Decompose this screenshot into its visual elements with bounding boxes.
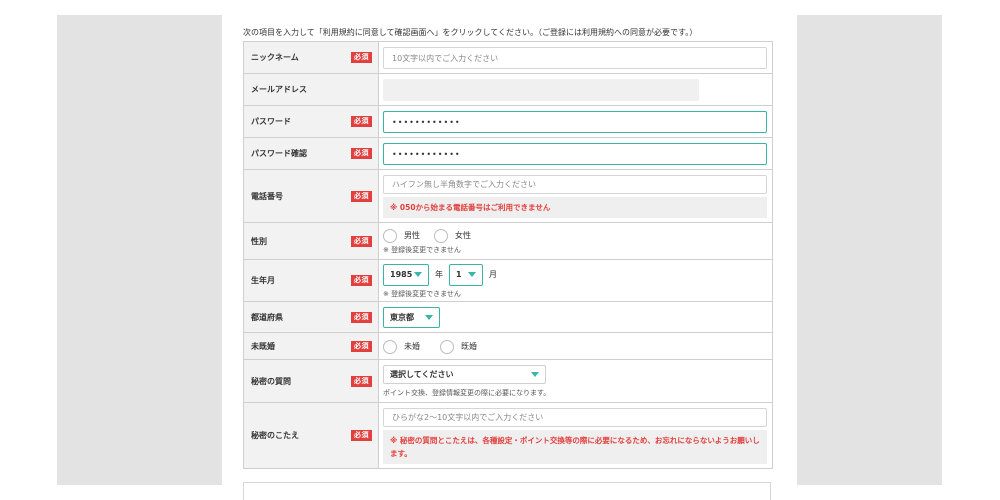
required-badge: 必須 [351, 52, 372, 63]
phone-input[interactable]: ハイフン無し半角数字でご入力ください [383, 175, 767, 194]
field-cell: 1985 年 1 月 ※ 登録後変更できません [379, 260, 772, 301]
required-badge: 必須 [351, 190, 372, 202]
password-label: パスワード [251, 117, 291, 126]
radio-button[interactable] [383, 228, 397, 243]
selected-value: 選択してください [390, 370, 454, 379]
row-prefecture: 都道府県 必須 東京都 [244, 302, 772, 333]
required-badge: 必須 [351, 116, 372, 127]
selected-value: 1 [456, 270, 462, 279]
secret-answer-label: 秘密のこたえ [251, 431, 299, 440]
row-password-confirm: パスワード確認 必須 •••••••••••• [244, 138, 772, 170]
secret-answer-warning: ※ 秘密の質問とこたえは、各種設定・ポイント交換等の際に必要になるため、お忘れに… [383, 430, 767, 464]
label-cell: 秘密のこたえ 必須 [244, 403, 379, 468]
marital-radio-group: 未婚 既婚 [383, 339, 769, 354]
prefecture-select[interactable]: 東京都 [383, 307, 440, 328]
password-input[interactable]: •••••••••••• [383, 111, 767, 133]
marital-married-option[interactable]: 既婚 [440, 339, 477, 354]
label-cell: メールアドレス [244, 74, 379, 105]
radio-button[interactable] [434, 228, 448, 243]
email-label: メールアドレス [251, 85, 307, 94]
row-secret-answer: 秘密のこたえ 必須 ひらがな2〜10文字以内でご入力ください ※ 秘密の質問とこ… [244, 403, 772, 469]
label-cell: 秘密の質問 必須 [244, 360, 379, 402]
label-cell: 電話番号 必須 [244, 170, 379, 222]
marital-single-option[interactable]: 未婚 [383, 339, 420, 354]
secret-question-note: ポイント交換、登録情報変更の際に必要になります。 [383, 389, 551, 397]
radio-label: 男性 [404, 231, 420, 240]
field-cell: ハイフン無し半角数字でご入力ください ※ 050から始まる電話番号はご利用できま… [379, 170, 772, 222]
field-cell: ひらがな2〜10文字以内でご入力ください ※ 秘密の質問とこたえは、各種設定・ポ… [379, 403, 772, 468]
row-secret-question: 秘密の質問 必須 選択してください ポイント交換、登録情報変更の際に必要になりま… [244, 360, 772, 403]
registration-form: ニックネーム 必須 10文字以内でご入力ください メールアドレス パスワード 必… [243, 41, 773, 469]
row-birth: 生年月 必須 1985 年 1 月 ※ 登録後変更できません [244, 260, 772, 302]
marital-label: 未既婚 [251, 341, 275, 351]
field-cell: 未婚 既婚 [379, 333, 772, 359]
required-badge: 必須 [351, 311, 372, 323]
gender-male-option[interactable]: 男性 [383, 228, 420, 243]
next-section-box [243, 482, 771, 500]
label-cell: ニックネーム 必須 [244, 42, 379, 73]
nickname-input[interactable]: 10文字以内でご入力ください [383, 47, 767, 69]
required-badge: 必須 [351, 275, 372, 286]
label-cell: 都道府県 必須 [244, 302, 379, 332]
field-cell: •••••••••••• [379, 106, 772, 137]
label-cell: パスワード確認 必須 [244, 138, 379, 169]
chevron-down-icon [468, 272, 476, 277]
phone-label: 電話番号 [251, 191, 283, 201]
secret-question-label: 秘密の質問 [251, 376, 291, 386]
required-badge: 必須 [351, 235, 372, 247]
gender-note: ※ 登録後変更できません [383, 245, 461, 254]
row-gender: 性別 必須 男性 女性 ※ 登録後変更できません [244, 223, 772, 260]
chevron-down-icon [425, 315, 433, 320]
selected-value: 東京都 [390, 313, 414, 322]
field-cell: •••••••••••• [379, 138, 772, 169]
required-badge: 必須 [351, 430, 372, 441]
field-cell [379, 74, 772, 105]
required-badge: 必須 [351, 375, 372, 387]
email-field [383, 79, 699, 101]
birth-month-select[interactable]: 1 [449, 263, 483, 286]
chevron-down-icon [531, 372, 539, 377]
birth-label: 生年月 [251, 276, 275, 285]
selected-value: 1985 [390, 270, 413, 279]
row-phone: 電話番号 必須 ハイフン無し半角数字でご入力ください ※ 050から始まる電話番… [244, 170, 772, 223]
row-nickname: ニックネーム 必須 10文字以内でご入力ください [244, 42, 772, 74]
birth-year-select[interactable]: 1985 [383, 263, 429, 286]
birth-selects: 1985 年 1 月 [383, 263, 769, 286]
field-cell: 選択してください ポイント交換、登録情報変更の際に必要になります。 [379, 360, 772, 402]
row-marital: 未既婚 必須 未婚 既婚 [244, 333, 772, 360]
field-cell: 10文字以内でご入力ください [379, 42, 772, 73]
nickname-label: ニックネーム [251, 53, 299, 62]
required-badge: 必須 [351, 340, 372, 352]
month-unit: 月 [489, 270, 497, 279]
row-password: パスワード 必須 •••••••••••• [244, 106, 772, 138]
label-cell: 生年月 必須 [244, 260, 379, 301]
year-unit: 年 [435, 270, 443, 279]
radio-button[interactable] [383, 339, 397, 354]
birth-note: ※ 登録後変更できません [383, 289, 461, 298]
gender-radio-group: 男性 女性 [383, 228, 769, 243]
secret-question-select[interactable]: 選択してください [383, 365, 546, 384]
radio-label: 既婚 [461, 342, 477, 351]
password-confirm-input[interactable]: •••••••••••• [383, 143, 767, 165]
password-confirm-label: パスワード確認 [251, 149, 307, 158]
prefecture-label: 都道府県 [251, 312, 283, 322]
label-cell: 未既婚 必須 [244, 333, 379, 359]
secret-answer-input[interactable]: ひらがな2〜10文字以内でご入力ください [383, 408, 767, 427]
gender-female-option[interactable]: 女性 [434, 228, 471, 243]
field-cell: 男性 女性 ※ 登録後変更できません [379, 223, 772, 259]
background: 次の項目を入力して「利用規約に同意して確認画面へ」をクリックしてください。（ご登… [0, 0, 1000, 500]
row-email: メールアドレス [244, 74, 772, 106]
intro-text: 次の項目を入力して「利用規約に同意して確認画面へ」をクリックしてください。（ご登… [243, 28, 698, 37]
radio-button[interactable] [440, 339, 454, 354]
radio-label: 女性 [455, 231, 471, 240]
chevron-down-icon [414, 272, 422, 277]
field-cell: 東京都 [379, 302, 772, 332]
phone-warning: ※ 050から始まる電話番号はご利用できません [383, 197, 767, 218]
label-cell: パスワード 必須 [244, 106, 379, 137]
radio-label: 未婚 [404, 342, 420, 351]
required-badge: 必須 [351, 148, 372, 159]
gender-label: 性別 [251, 236, 267, 246]
label-cell: 性別 必須 [244, 223, 379, 259]
